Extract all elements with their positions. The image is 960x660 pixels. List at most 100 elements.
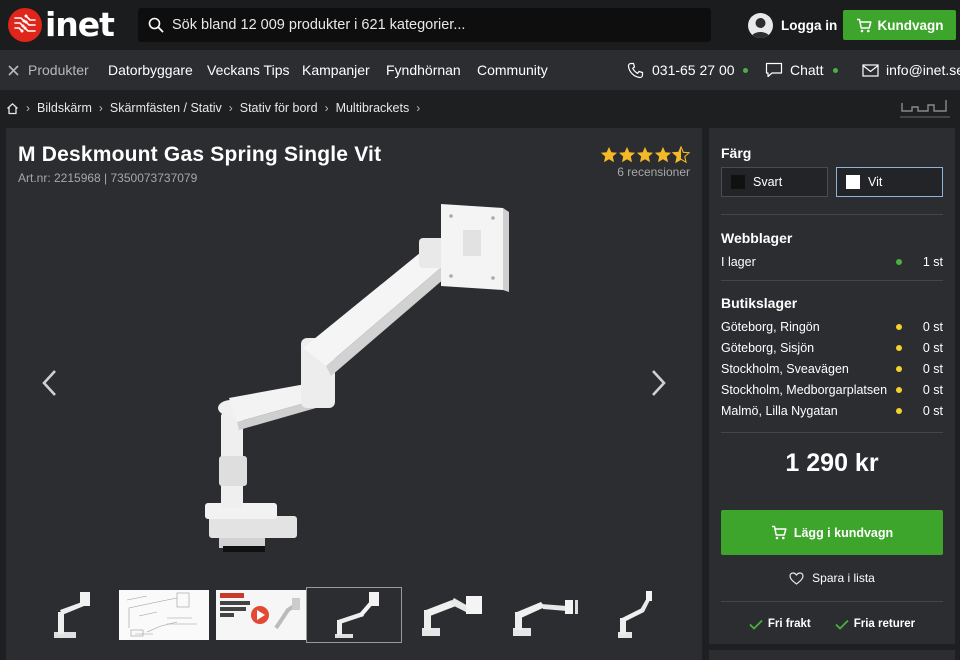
next-panel-edge <box>709 650 955 660</box>
checkmark-icon <box>835 619 849 630</box>
stock-status-dot <box>896 387 902 393</box>
perk-label: Fri frakt <box>767 618 811 630</box>
thumbnail-image[interactable] <box>24 588 118 642</box>
stock-location: Göteborg, Ringön <box>721 320 820 334</box>
chevron-right-icon: › <box>416 101 421 115</box>
stock-quantity: 0 st <box>922 383 943 397</box>
breadcrumb-item-bildskarm[interactable]: Bildskärm <box>37 101 92 115</box>
stock-status-dot <box>896 366 902 372</box>
thumbnail-selected[interactable] <box>306 587 402 643</box>
add-to-cart-button[interactable]: Lägg i kundvagn <box>721 510 943 555</box>
phone-icon <box>627 62 644 78</box>
next-image-arrow-icon[interactable] <box>648 368 668 398</box>
product-panel: M Deskmount Gas Spring Single Vit Art.nr… <box>6 128 702 660</box>
stock-row-store[interactable]: Stockholm, Medborgarplatsen 0 st <box>721 380 943 400</box>
thumbnail-image[interactable] <box>598 588 692 642</box>
mail-icon <box>862 63 879 77</box>
color-option-vit[interactable]: Vit <box>836 167 943 197</box>
login-label: Logga in <box>781 17 838 33</box>
chevron-right-icon: › <box>324 101 329 115</box>
phone-number: 031-65 27 00 <box>652 62 735 78</box>
color-option-svart[interactable]: Svart <box>721 167 828 197</box>
nav-email[interactable]: info@inet.se <box>862 50 960 90</box>
stock-status-dot <box>896 408 902 414</box>
thumbnail-drawing[interactable] <box>117 588 211 642</box>
breadcrumb-item-stativ[interactable]: Stativ för bord <box>240 101 318 115</box>
stock-status-dot <box>896 324 902 330</box>
perks-row: Fri frakt Fria returer <box>709 615 955 633</box>
breadcrumb-item-skarmfasten[interactable]: Skärmfästen / Stativ <box>110 101 222 115</box>
logo-wordmark: inet <box>45 5 115 44</box>
search-bar[interactable] <box>138 8 711 42</box>
thumbnail-image[interactable] <box>404 588 498 642</box>
close-icon <box>8 64 19 76</box>
product-rating[interactable]: 6 recensioner <box>600 146 690 179</box>
chevron-right-icon: › <box>98 101 103 115</box>
chevron-right-icon: › <box>26 101 30 115</box>
chat-icon <box>765 62 783 78</box>
half-star-icon <box>672 146 690 164</box>
nav-item-community[interactable]: Community <box>477 50 548 90</box>
nav-item-veckans-tips[interactable]: Veckans Tips <box>207 50 290 90</box>
stock-location: Göteborg, Sisjön <box>721 341 815 355</box>
home-icon[interactable] <box>6 102 19 115</box>
login-button[interactable]: Logga in <box>748 12 837 38</box>
cart-label: Kundvagn <box>877 17 944 33</box>
perk-label: Fria returer <box>853 618 916 630</box>
nav-item-fyndhornan[interactable]: Fyndhörnan <box>386 50 461 90</box>
stock-row-store[interactable]: Göteborg, Ringön 0 st <box>721 317 943 337</box>
product-title: M Deskmount Gas Spring Single Vit <box>18 143 382 166</box>
heart-icon <box>789 571 804 585</box>
stock-quantity: 0 st <box>922 404 943 418</box>
email-address: info@inet.se <box>886 62 960 78</box>
divider <box>721 280 943 281</box>
stock-location: Stockholm, Sveavägen <box>721 362 849 376</box>
divider <box>721 601 943 602</box>
rating-stars <box>600 146 690 164</box>
cart-icon <box>771 525 787 540</box>
stock-row-store[interactable]: Malmö, Lilla Nygatan 0 st <box>721 401 943 421</box>
purchase-panel: Färg Svart Vit Webblager I lager 1 st Bu… <box>709 128 955 644</box>
main-nav: Produkter Datorbyggare Veckans Tips Kamp… <box>0 50 960 90</box>
stock-quantity: 0 st <box>922 320 943 334</box>
stock-location: I lager <box>721 255 756 269</box>
search-icon <box>148 17 164 33</box>
cart-button[interactable]: Kundvagn <box>843 10 956 40</box>
inet-logo[interactable]: inet <box>8 5 115 44</box>
circuit-logo-icon <box>8 8 42 42</box>
cart-icon <box>856 18 872 32</box>
stock-status-dot <box>896 259 902 265</box>
stock-quantity: 1 st <box>922 255 943 269</box>
stock-row-store[interactable]: Stockholm, Sveavägen 0 st <box>721 359 943 379</box>
nav-products-toggle[interactable]: Produkter <box>8 50 89 90</box>
nav-item-kampanjer[interactable]: Kampanjer <box>302 50 370 90</box>
product-price: 1 290 kr <box>785 449 879 477</box>
perk-free-shipping: Fri frakt <box>749 615 811 633</box>
thumbnail-image[interactable] <box>501 588 595 642</box>
perk-free-returns: Fria returer <box>835 615 915 633</box>
divider <box>721 214 943 215</box>
breadcrumb-item-multibrackets[interactable]: Multibrackets <box>336 101 410 115</box>
nav-chat[interactable]: Chatt <box>765 50 839 90</box>
star-icon <box>654 146 672 163</box>
nav-item-datorbyggare[interactable]: Datorbyggare <box>108 50 193 90</box>
save-to-list-label: Spara i lista <box>812 571 875 585</box>
save-to-list-button[interactable]: Spara i lista <box>709 569 955 587</box>
search-input[interactable] <box>172 17 692 33</box>
stock-quantity: 0 st <box>922 341 943 355</box>
chevron-right-icon: › <box>228 101 233 115</box>
store-stock-heading: Butikslager <box>721 295 798 311</box>
breadcrumb: › Bildskärm › Skärmfästen / Stativ › Sta… <box>6 98 427 118</box>
top-bar: inet Logga in Kundvagn <box>0 0 960 50</box>
thumbnail-video[interactable] <box>214 588 308 642</box>
thumbnail-strip <box>6 587 702 644</box>
stock-row-web: I lager 1 st <box>721 252 943 272</box>
chat-label: Chatt <box>790 62 824 78</box>
web-stock-heading: Webblager <box>721 230 793 246</box>
star-icon <box>636 146 654 163</box>
product-main-image[interactable] <box>191 198 521 568</box>
color-swatch-white <box>846 175 860 189</box>
stock-row-store[interactable]: Göteborg, Sisjön 0 st <box>721 338 943 358</box>
nav-phone[interactable]: 031-65 27 00 <box>627 50 748 90</box>
previous-image-arrow-icon[interactable] <box>40 368 60 398</box>
